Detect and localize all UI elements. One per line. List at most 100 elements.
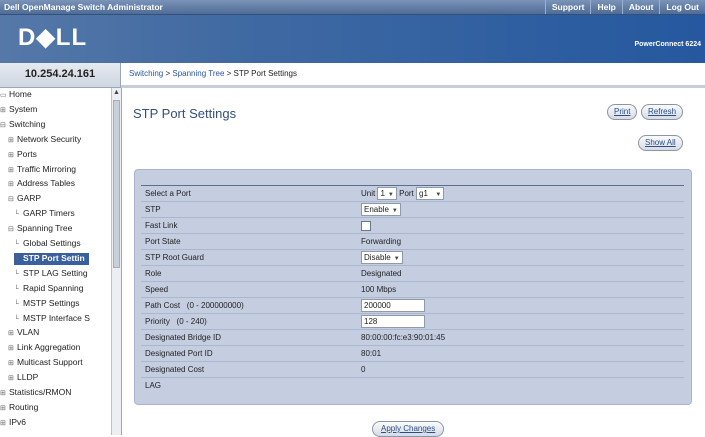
breadcrumb-current: STP Port Settings xyxy=(233,69,297,78)
lag-label: LAG xyxy=(145,381,162,390)
nav-item-stp-port-settin[interactable]: └ STP Port Settin xyxy=(14,252,89,265)
expand-icon[interactable]: ⊞ xyxy=(8,329,15,337)
port-state-label: Port State xyxy=(145,237,181,246)
row-root-guard: STP Root Guard Disable ▼ xyxy=(141,250,684,266)
fast-link-checkbox[interactable] xyxy=(361,221,371,231)
row-select-port: Select a Port Unit 1 ▼ Port g1 ▼ xyxy=(141,186,684,202)
breadcrumb-spanning-tree[interactable]: Spanning Tree xyxy=(172,69,224,78)
print-button[interactable]: Print xyxy=(607,104,638,120)
row-speed: Speed 100 Mbps xyxy=(141,282,684,298)
nav-item-garp[interactable]: ⊟ GARP xyxy=(8,193,41,205)
nav-item-label: GARP Timers xyxy=(23,208,75,219)
nav-item-traffic-mirroring[interactable]: ⊞ Traffic Mirroring xyxy=(8,164,76,176)
banner: D◆LL PowerConnect 6224 xyxy=(0,15,705,63)
tree-line-icon: └ xyxy=(14,300,19,308)
expand-icon[interactable]: ⊞ xyxy=(8,374,15,382)
breadcrumb-switching[interactable]: Switching xyxy=(129,69,163,78)
nav-item-stp-lag-setting[interactable]: └ STP LAG Setting xyxy=(14,268,88,280)
nav-item-label: VLAN xyxy=(17,327,40,338)
nav-item-link-aggregation[interactable]: ⊞ Link Aggregation xyxy=(8,342,80,354)
expand-icon[interactable]: ⊞ xyxy=(8,180,15,188)
unit-select-value: 1 xyxy=(380,189,385,198)
refresh-button[interactable]: Refresh xyxy=(641,104,684,120)
path-cost-input[interactable]: 200000 xyxy=(361,299,425,312)
nav-item-label: Link Aggregation xyxy=(17,342,81,353)
designated-cost-value: 0 xyxy=(361,365,366,374)
port-settings-panel: Select a Port Unit 1 ▼ Port g1 ▼ STP Enab… xyxy=(134,169,692,405)
help-link[interactable]: Help xyxy=(590,0,621,14)
expand-icon[interactable]: ⊞ xyxy=(8,151,15,159)
nav-item-vlan[interactable]: ⊞ VLAN xyxy=(8,327,39,339)
collapse-icon[interactable]: ⊟ xyxy=(0,121,7,129)
nav-item-label: STP LAG Setting xyxy=(23,267,88,278)
select-port-label: Select a Port xyxy=(145,189,191,198)
nav-item-address-tables[interactable]: ⊞ Address Tables xyxy=(8,178,75,190)
nav-item-ports[interactable]: ⊞ Ports xyxy=(8,149,37,161)
breadcrumb-separator: > xyxy=(224,69,234,78)
nav-item-statistics-rmon[interactable]: ⊞ Statistics/RMON xyxy=(0,387,71,399)
nav-item-global-settings[interactable]: └ Global Settings xyxy=(14,238,81,250)
root-guard-select[interactable]: Disable ▼ xyxy=(361,251,403,264)
nav-item-network-security[interactable]: ⊞ Network Security xyxy=(8,134,81,146)
nav-item-mstp-settings[interactable]: └ MSTP Settings xyxy=(14,298,80,310)
expand-icon[interactable]: ⊞ xyxy=(0,419,7,427)
row-priority: Priority (0 - 240) 128 xyxy=(141,314,684,330)
row-bridge-id: Designated Bridge ID 80:00:00:fc:e3:90:0… xyxy=(141,330,684,346)
expand-icon[interactable]: ⊞ xyxy=(8,359,15,367)
nav-item-lldp[interactable]: ⊞ LLDP xyxy=(8,372,38,384)
collapse-icon[interactable]: ⊟ xyxy=(8,225,15,233)
stp-select-value: Enable xyxy=(364,205,389,214)
product-name: PowerConnect 6224 xyxy=(634,41,701,48)
nav-item-label: Traffic Mirroring xyxy=(17,163,77,174)
nav-item-ipv6[interactable]: ⊞ IPv6 xyxy=(0,417,26,429)
port-select[interactable]: g1 ▼ xyxy=(416,187,445,200)
nav-item-label: MSTP Settings xyxy=(23,297,80,308)
stp-select[interactable]: Enable ▼ xyxy=(361,203,401,216)
nav-item-multicast-support[interactable]: ⊞ Multicast Support xyxy=(8,357,83,369)
nav-item-label: Routing xyxy=(9,401,39,412)
expand-icon[interactable]: ⊞ xyxy=(8,166,15,174)
top-nav-bar: Dell OpenManage Switch Administrator Sup… xyxy=(0,0,705,15)
row-lag: LAG xyxy=(141,378,684,393)
support-link[interactable]: Support xyxy=(544,0,591,14)
nav-item-rapid-spanning[interactable]: └ Rapid Spanning xyxy=(14,283,84,295)
nav-scrollbar[interactable]: ▲ xyxy=(111,88,122,435)
nav-item-home[interactable]: ▭ Home xyxy=(0,89,32,101)
unit-select[interactable]: 1 ▼ xyxy=(377,187,397,200)
top-links: Support Help About Log Out xyxy=(544,0,705,14)
show-all-button[interactable]: Show All xyxy=(638,135,683,151)
nav-item-label: Multicast Support xyxy=(17,357,83,368)
nav-item-garp-timers[interactable]: └ GARP Timers xyxy=(14,208,75,220)
priority-input[interactable]: 128 xyxy=(361,315,425,328)
about-link[interactable]: About xyxy=(621,0,660,14)
expand-icon[interactable]: ⊞ xyxy=(8,344,15,352)
nav-item-system[interactable]: ⊞ System xyxy=(0,104,37,116)
tree-line-icon: └ xyxy=(14,255,19,263)
expand-icon[interactable]: ⊞ xyxy=(0,404,7,412)
speed-value: 100 Mbps xyxy=(361,285,397,294)
fast-link-label: Fast Link xyxy=(145,221,178,230)
nav-item-spanning-tree[interactable]: ⊟ Spanning Tree xyxy=(8,223,72,235)
scroll-up-icon[interactable]: ▲ xyxy=(113,89,120,97)
nav-item-mstp-interface-s[interactable]: └ MSTP Interface S xyxy=(14,313,90,325)
chevron-down-icon: ▼ xyxy=(391,208,398,214)
tree-line-icon: └ xyxy=(14,270,19,278)
designated-cost-label: Designated Cost xyxy=(145,365,205,374)
nav-item-label: Statistics/RMON xyxy=(9,387,72,397)
tree-line-icon: └ xyxy=(14,285,19,293)
nav-item-label: System xyxy=(9,103,38,114)
scroll-thumb[interactable] xyxy=(113,100,120,268)
logout-link[interactable]: Log Out xyxy=(659,0,705,14)
page-title: STP Port Settings xyxy=(133,106,237,121)
nav-item-switching[interactable]: ⊟ Switching xyxy=(0,119,45,131)
expand-icon[interactable]: ⊞ xyxy=(0,389,7,397)
device-ip-header: 10.254.24.161 xyxy=(0,63,121,88)
role-label: Role xyxy=(145,269,162,278)
port-id-value: 80:01 xyxy=(361,349,382,358)
bridge-id-label: Designated Bridge ID xyxy=(145,333,222,342)
expand-icon[interactable]: ⊞ xyxy=(0,106,7,114)
chevron-down-icon: ▼ xyxy=(393,256,400,262)
collapse-icon[interactable]: ⊟ xyxy=(8,195,15,203)
expand-icon[interactable]: ⊞ xyxy=(8,136,15,144)
nav-item-routing[interactable]: ⊞ Routing xyxy=(0,402,38,414)
